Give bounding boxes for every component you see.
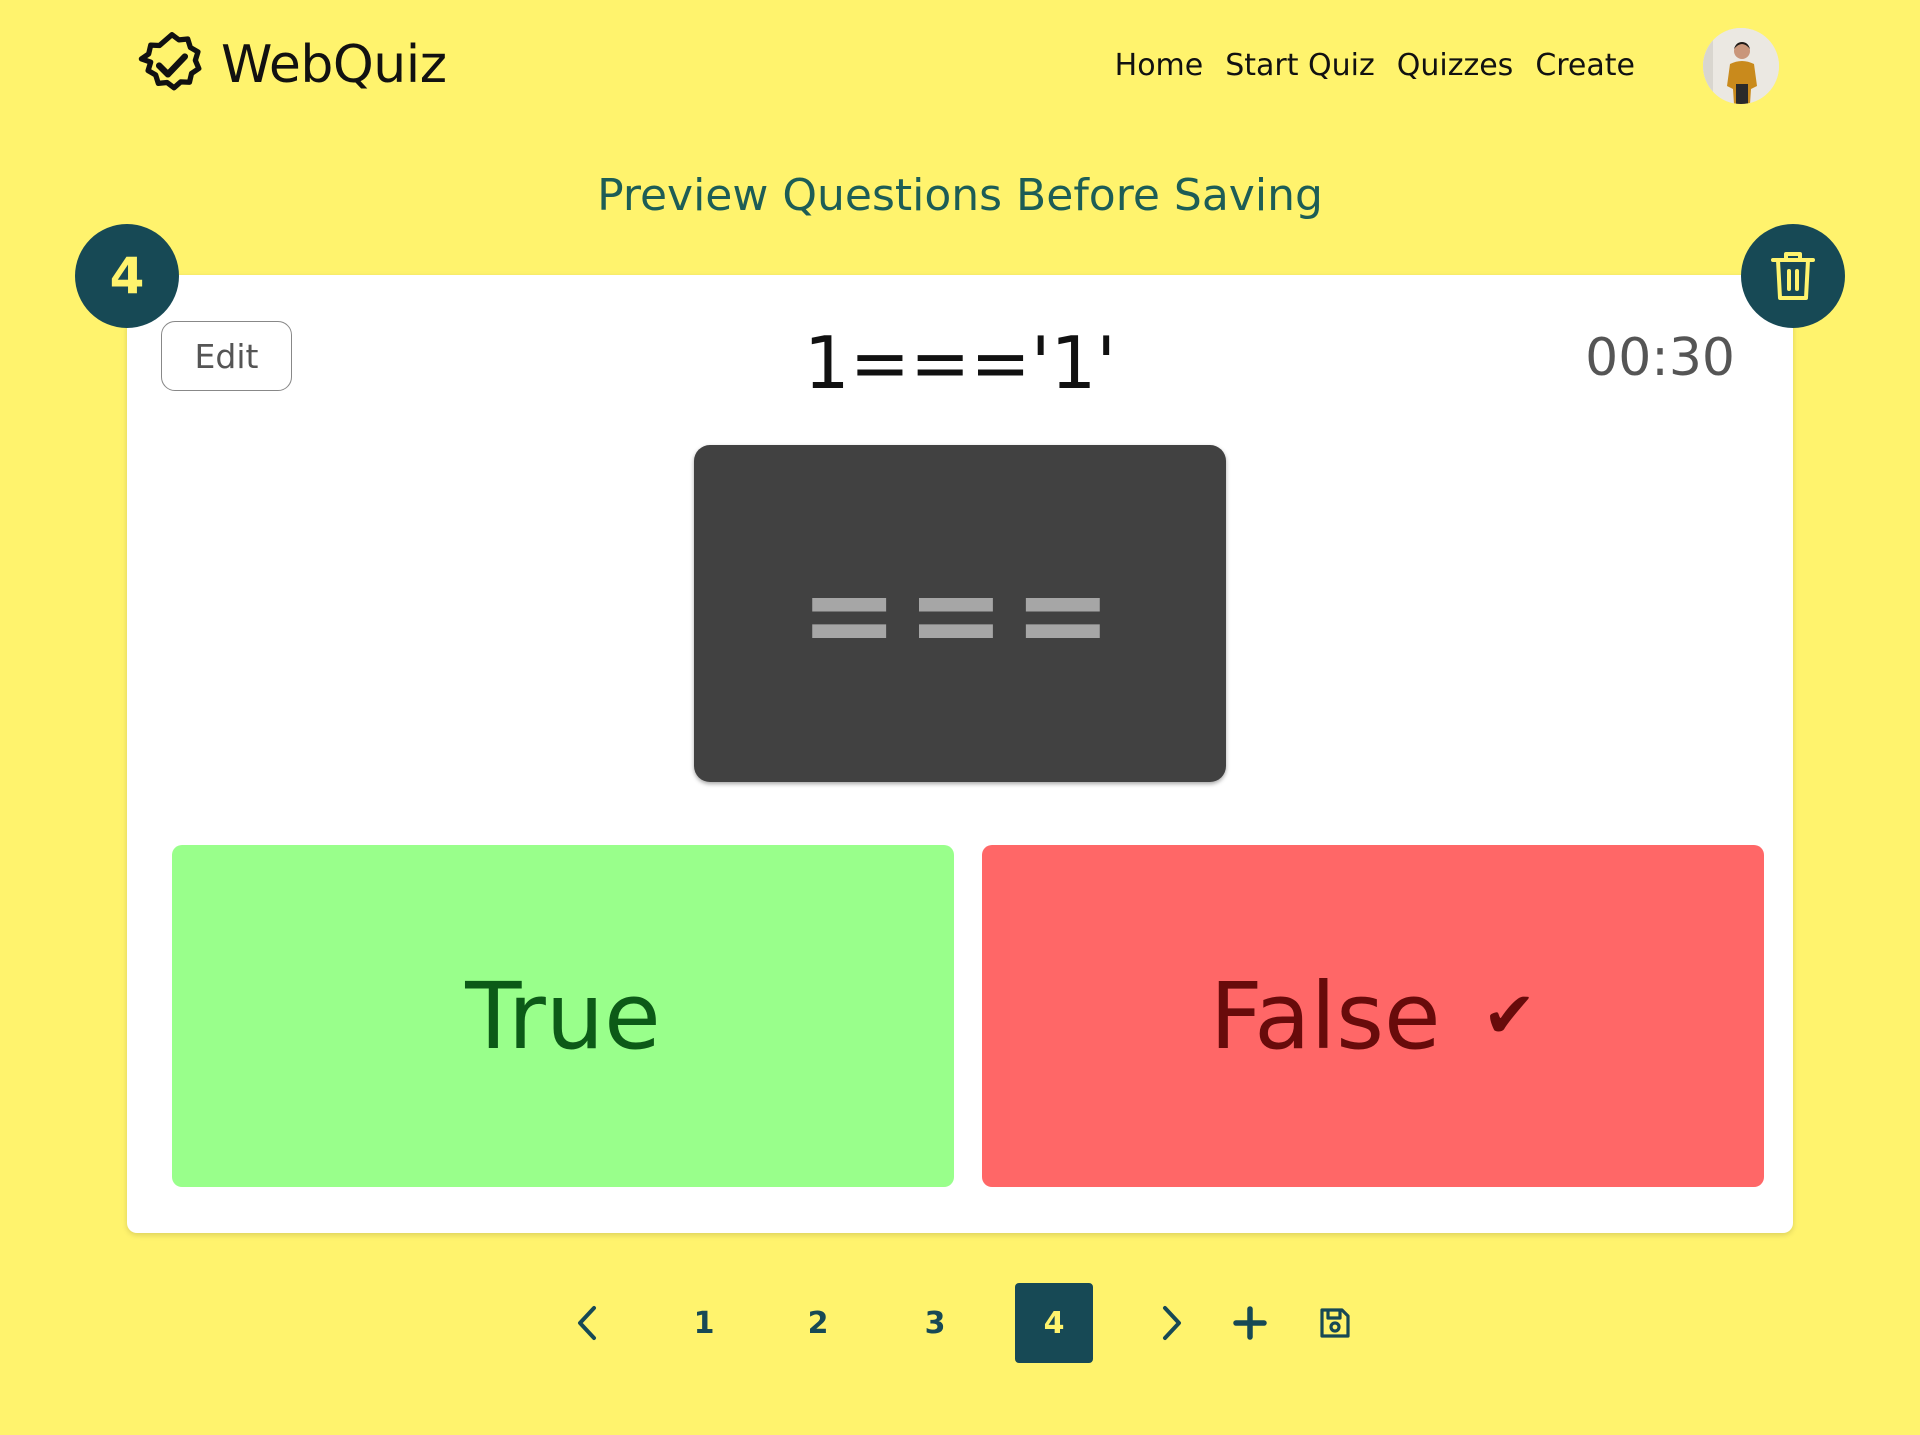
nav-quizzes[interactable]: Quizzes xyxy=(1397,46,1514,86)
answer-false[interactable]: False ✔ xyxy=(982,845,1764,1187)
question-text: 1==='1' xyxy=(803,321,1117,405)
prev-page-button[interactable] xyxy=(548,1283,626,1363)
answer-false-label: False xyxy=(1209,962,1441,1070)
verified-badge-icon xyxy=(138,32,202,91)
pagination: 1 2 3 4 xyxy=(0,1283,1920,1363)
question-card: Edit 1==='1' 00:30 === True False ✔ xyxy=(127,275,1793,1233)
question-image: === xyxy=(694,445,1226,782)
nav-create[interactable]: Create xyxy=(1535,46,1635,86)
add-question-button[interactable] xyxy=(1211,1283,1289,1363)
user-photo-icon xyxy=(1703,28,1779,104)
chevron-left-icon xyxy=(578,1306,596,1340)
answer-true[interactable]: True xyxy=(172,845,954,1187)
page-4-button[interactable]: 4 xyxy=(1015,1283,1093,1363)
question-timer: 00:30 xyxy=(1585,328,1735,388)
app-logo[interactable]: WebQuiz xyxy=(137,30,447,100)
save-icon xyxy=(1320,1308,1350,1338)
question-image-text: === xyxy=(799,544,1121,683)
app-name: WebQuiz xyxy=(221,35,447,95)
delete-question-button[interactable] xyxy=(1741,224,1845,328)
save-quiz-button[interactable] xyxy=(1296,1283,1374,1363)
question-number-badge: 4 xyxy=(75,224,179,328)
main-nav: Home Start Quiz Quizzes Create xyxy=(1115,46,1635,86)
page-1-button[interactable]: 1 xyxy=(665,1283,743,1363)
plus-icon xyxy=(1233,1306,1267,1340)
page-title: Preview Questions Before Saving xyxy=(597,170,1323,221)
correct-check-icon: ✔ xyxy=(1482,979,1537,1053)
user-avatar[interactable] xyxy=(1703,28,1779,104)
chevron-right-icon xyxy=(1163,1306,1181,1340)
trash-icon xyxy=(1771,252,1815,300)
page-3-button[interactable]: 3 xyxy=(896,1283,974,1363)
answer-true-label: True xyxy=(465,962,661,1070)
nav-home[interactable]: Home xyxy=(1115,46,1204,86)
nav-start-quiz[interactable]: Start Quiz xyxy=(1225,46,1375,86)
next-page-button[interactable] xyxy=(1133,1283,1211,1363)
page-2-button[interactable]: 2 xyxy=(779,1283,857,1363)
